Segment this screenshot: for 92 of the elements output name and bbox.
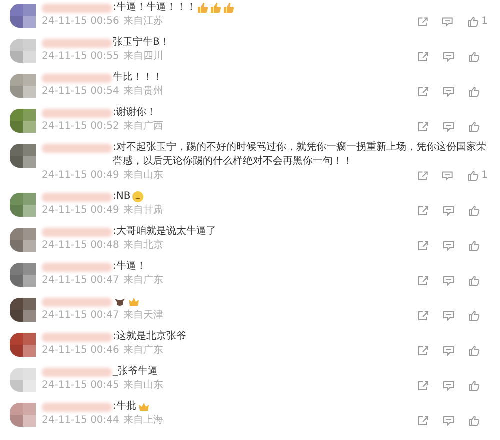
share-icon[interactable] bbox=[418, 346, 429, 356]
comment-icon[interactable] bbox=[442, 171, 454, 181]
comment-icon[interactable] bbox=[443, 276, 455, 286]
like-icon[interactable] bbox=[469, 381, 480, 391]
share-icon[interactable] bbox=[418, 17, 428, 27]
comment-text: 牛比！！！ bbox=[113, 71, 163, 85]
comment-location: 来自四川 bbox=[123, 50, 164, 64]
share-icon[interactable] bbox=[418, 122, 429, 132]
comment-text: :牛逼！牛逼！！！ bbox=[113, 1, 196, 15]
share-icon[interactable] bbox=[418, 241, 429, 251]
like-icon[interactable] bbox=[469, 87, 480, 97]
comment-location: 来自甘肃 bbox=[123, 204, 164, 218]
comment-icon[interactable] bbox=[443, 241, 455, 251]
comment-text: :大哥咱就是说太牛逼了 bbox=[113, 225, 216, 239]
blurred-username bbox=[42, 263, 112, 272]
comment-text: :牛批 bbox=[113, 400, 136, 414]
share-icon[interactable] bbox=[418, 171, 428, 181]
blurred-username bbox=[42, 368, 112, 377]
share-icon[interactable] bbox=[418, 416, 429, 426]
comment-icon[interactable] bbox=[443, 87, 455, 97]
comment-location: 来自江苏 bbox=[123, 15, 164, 29]
blurred-username bbox=[42, 74, 112, 83]
comment-text: 张玉宁牛B！ bbox=[113, 36, 170, 50]
comment-time: 24-11-15 00:54 bbox=[42, 85, 120, 99]
comment-time: 24-11-15 00:44 bbox=[42, 414, 120, 428]
share-icon[interactable] bbox=[418, 311, 429, 321]
crown-emoji-icon bbox=[138, 401, 150, 413]
comment-time: 24-11-15 00:49 bbox=[42, 204, 120, 218]
like-icon[interactable] bbox=[468, 171, 479, 181]
comment-location: 来自贵州 bbox=[123, 85, 164, 99]
comment-time: 24-11-15 00:55 bbox=[42, 50, 120, 64]
blurred-username bbox=[42, 333, 112, 342]
like-icon[interactable] bbox=[469, 311, 480, 321]
comment-text: :这就是北京张爷 bbox=[113, 330, 186, 344]
comment-location: 来自山东 bbox=[123, 169, 164, 183]
comment-time: 24-11-15 00:45 bbox=[42, 379, 120, 393]
comment-text: _张爷牛逼 bbox=[113, 365, 158, 379]
comment-text: :NB bbox=[113, 190, 131, 204]
thumbs-up-emoji-icon bbox=[223, 2, 236, 14]
blurred-username bbox=[42, 39, 112, 48]
comment-time: 24-11-15 00:46 bbox=[42, 344, 120, 358]
comment-location: 来自广西 bbox=[123, 120, 164, 134]
blurred-username bbox=[42, 403, 112, 412]
share-icon[interactable] bbox=[418, 206, 429, 216]
share-icon[interactable] bbox=[418, 381, 429, 391]
comment-time: 24-11-15 00:56 bbox=[42, 15, 120, 29]
like-icon[interactable] bbox=[469, 206, 480, 216]
comment-icon[interactable] bbox=[443, 52, 455, 62]
share-icon[interactable] bbox=[418, 52, 429, 62]
blurred-username bbox=[42, 193, 112, 202]
like-icon[interactable] bbox=[469, 416, 480, 426]
cow-emoji-icon bbox=[114, 296, 126, 308]
like-icon[interactable] bbox=[469, 346, 480, 356]
comment-icon[interactable] bbox=[443, 381, 455, 391]
like-icon[interactable] bbox=[468, 17, 479, 27]
grin-emoji-icon bbox=[132, 191, 144, 203]
comment-icon[interactable] bbox=[443, 206, 455, 216]
blurred-username bbox=[42, 4, 112, 13]
comment-location: 来自广东 bbox=[123, 344, 164, 358]
blurred-username bbox=[42, 109, 112, 118]
comment-icon[interactable] bbox=[443, 346, 455, 356]
comment-text: :牛逼！ bbox=[113, 260, 146, 274]
comment-text: :谢谢你！ bbox=[113, 106, 156, 120]
blurred-username bbox=[42, 144, 112, 153]
like-icon[interactable] bbox=[469, 52, 480, 62]
comment-location: 来自山东 bbox=[123, 379, 164, 393]
like-icon[interactable] bbox=[469, 276, 480, 286]
comment-location: 来自上海 bbox=[123, 414, 164, 428]
share-icon[interactable] bbox=[418, 276, 429, 286]
comment-time: 24-11-15 00:48 bbox=[42, 239, 120, 253]
comment-icon[interactable] bbox=[443, 311, 455, 321]
comment-text: :对不起张玉宁，踢的不好的时候骂过你，就凭你一瘸一拐重新上场，凭你这份国家荣誉感，以后无论你踢的什么样绝对不会再黑你一句！！ bbox=[113, 141, 488, 169]
thumbs-up-emoji-icon bbox=[210, 2, 222, 14]
comment-time: 24-11-15 00:49 bbox=[42, 169, 120, 183]
crown-emoji-icon bbox=[128, 296, 140, 308]
comment-time: 24-11-15 00:47 bbox=[42, 309, 120, 323]
blurred-username bbox=[42, 298, 112, 307]
comment-time: 24-11-15 00:52 bbox=[42, 120, 120, 134]
comment-location: 来自广东 bbox=[123, 274, 164, 288]
share-icon[interactable] bbox=[418, 87, 429, 97]
like-count: 1 bbox=[482, 169, 488, 183]
blurred-username bbox=[42, 228, 112, 237]
thumbs-up-emoji-icon bbox=[197, 2, 210, 14]
like-count: 1 bbox=[482, 15, 488, 29]
like-icon[interactable] bbox=[469, 122, 480, 132]
comment-icon[interactable] bbox=[443, 416, 455, 426]
comment-icon[interactable] bbox=[443, 122, 455, 132]
comment-location: 来自北京 bbox=[123, 239, 164, 253]
comment-icon[interactable] bbox=[442, 17, 454, 27]
like-icon[interactable] bbox=[469, 241, 480, 251]
comment-time: 24-11-15 00:47 bbox=[42, 274, 120, 288]
comment-location: 来自天津 bbox=[123, 309, 164, 323]
